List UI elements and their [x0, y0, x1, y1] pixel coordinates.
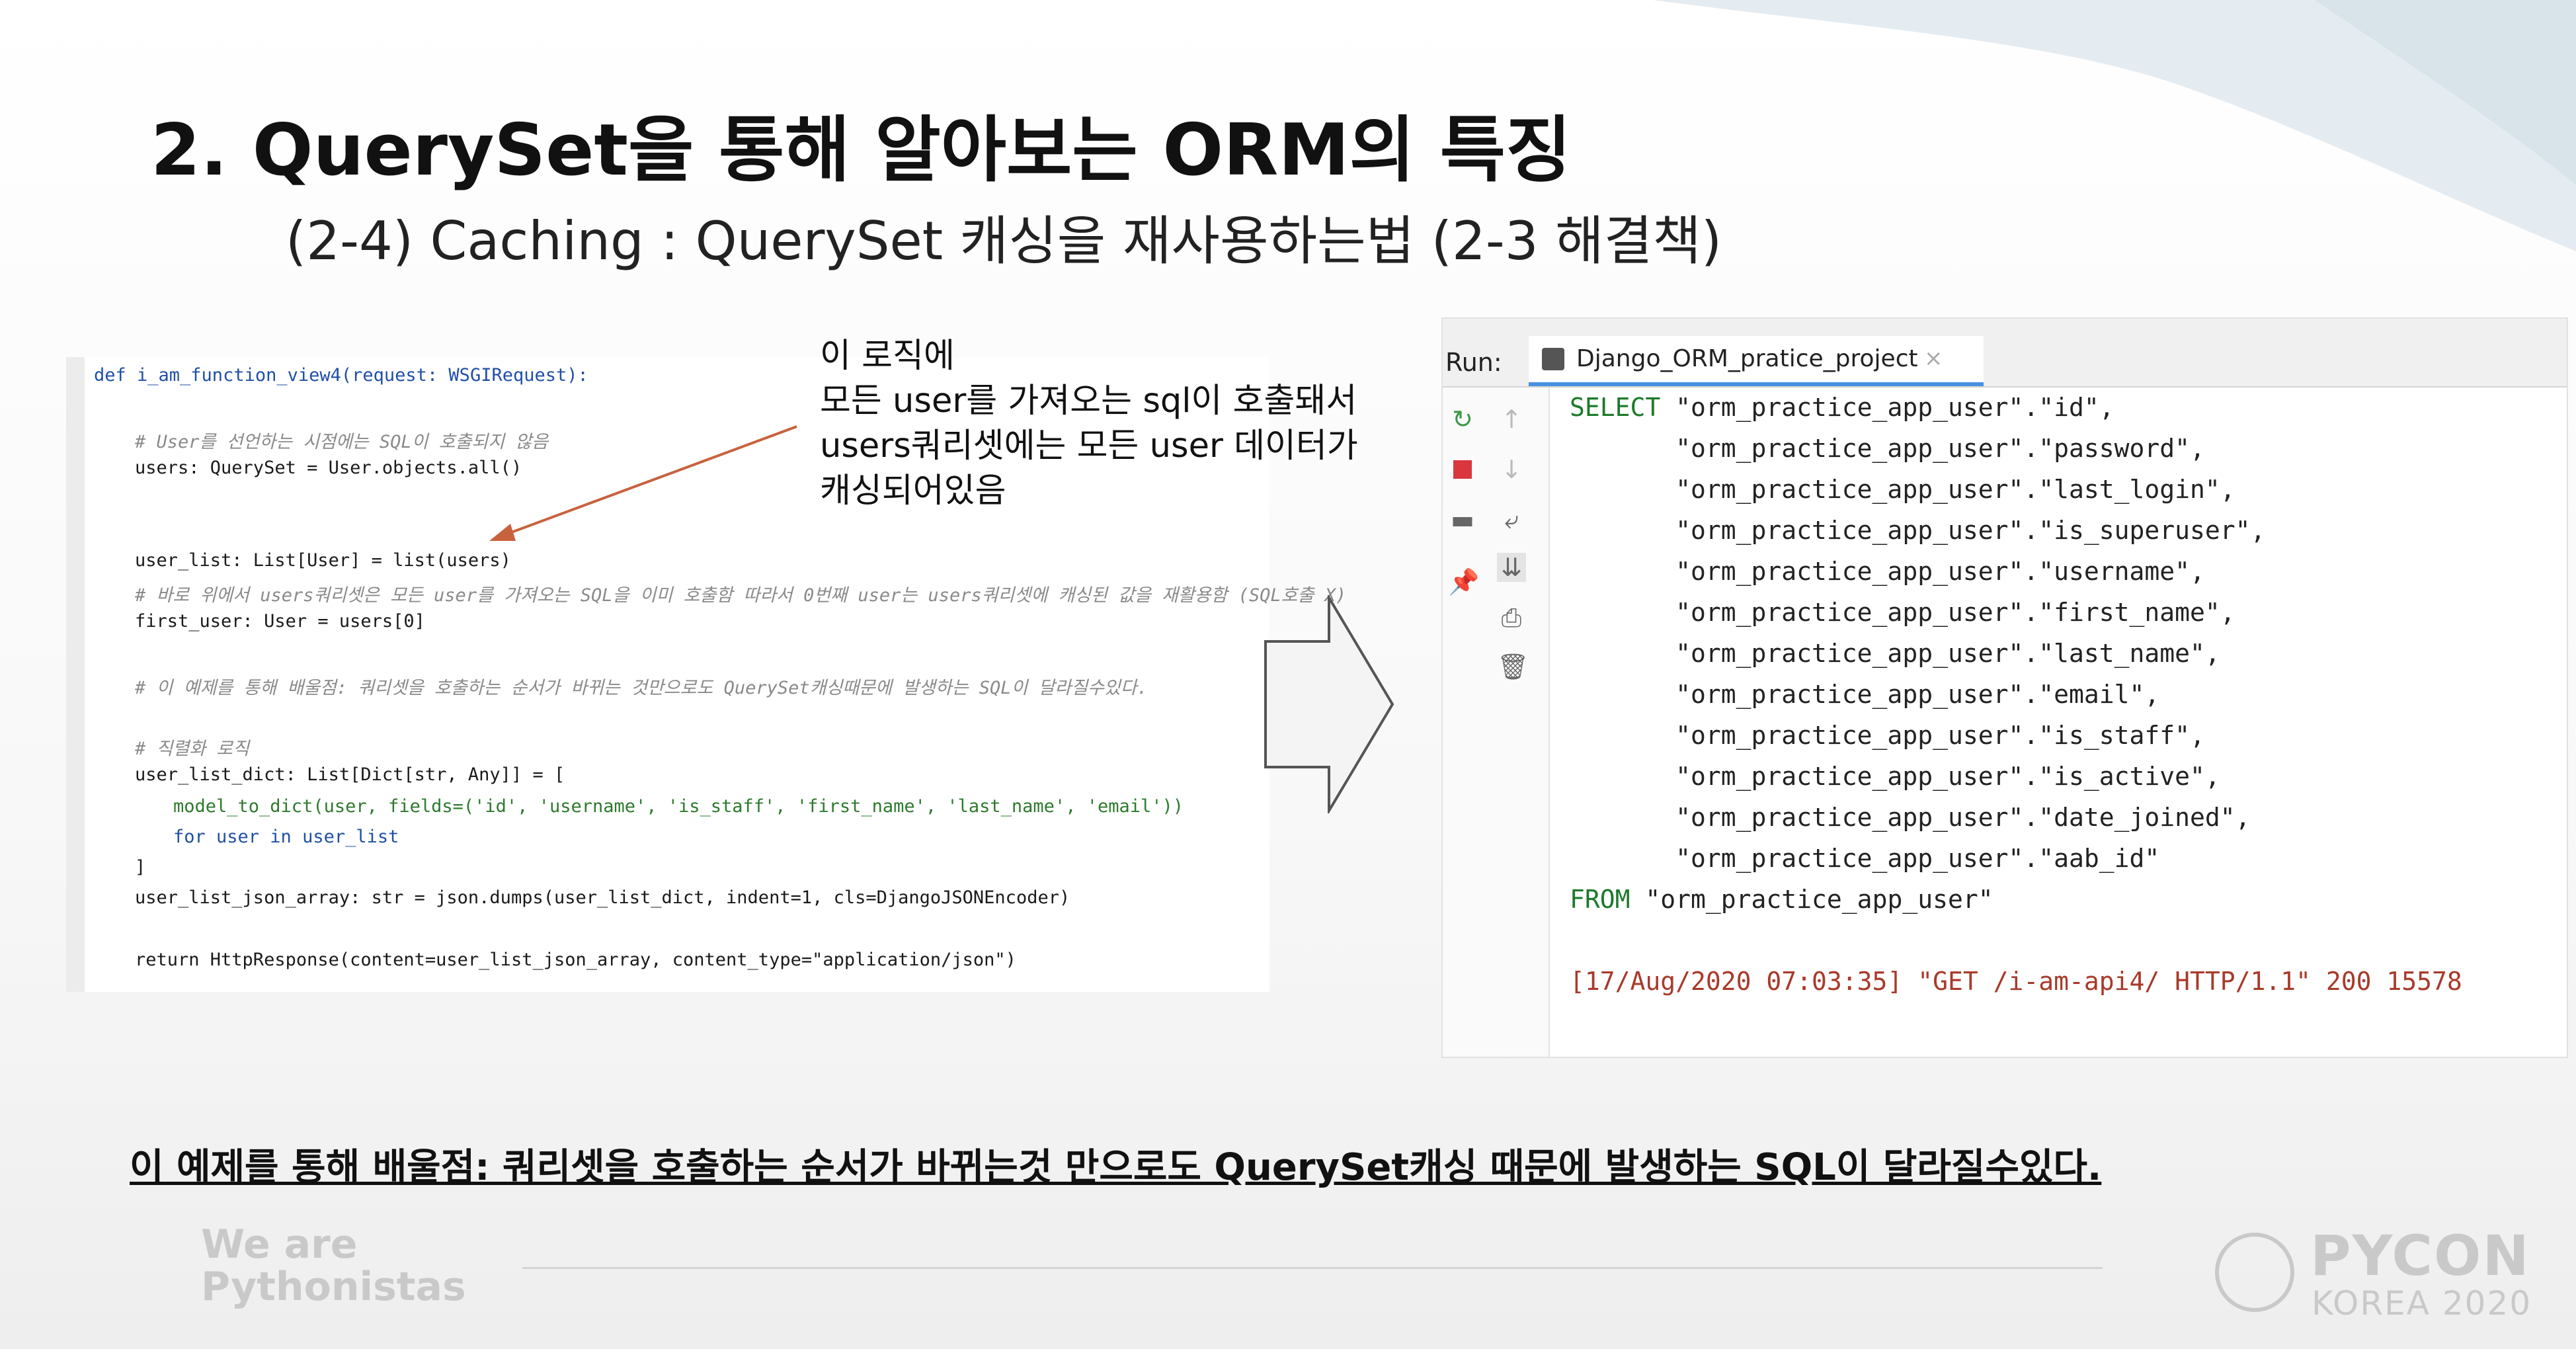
run-console-panel: Run: Django_ORM_pratice_project × ↻ ▬ 📌 …	[1441, 317, 2568, 1058]
sql-line-from: FROM "orm_practice_app_user"	[1570, 885, 1993, 914]
print-icon[interactable]: ⎙	[1497, 603, 1526, 632]
sql-line: "orm_practice_app_user"."date_joined",	[1570, 803, 2251, 832]
code-line-comment-4: # 직렬화 로직	[135, 739, 249, 759]
slide-title: 2. QuerySet을 통해 알아보는 ORM의 특징	[151, 109, 1572, 192]
footer-tagline: We are Pythonistas	[201, 1223, 466, 1308]
sql-keyword: SELECT	[1570, 393, 1661, 422]
code-line-def: def i_am_function_view4(request: WSGIReq…	[94, 365, 588, 386]
code-line-for: for user in user_list	[173, 827, 399, 847]
python-logo-icon	[2215, 1233, 2294, 1312]
sql-line-select: SELECT "orm_practice_app_user"."id",	[1570, 393, 2114, 422]
logo-text-korea: KOREA 2020	[2312, 1284, 2532, 1323]
big-right-arrow-icon	[1264, 595, 1394, 813]
code-line-return: return HttpResponse(content=user_list_js…	[135, 950, 1016, 970]
annotation-note: 이 로직에 모든 user를 가져오는 sql이 호출돼서 users쿼리셋에는…	[820, 334, 1358, 514]
footer-tagline-line-2: Pythonistas	[201, 1264, 466, 1310]
server-log-line: [17/Aug/2020 07:03:35] "GET /i-am-api4/ …	[1570, 967, 2462, 996]
sql-line: "orm_practice_app_user"."last_login",	[1570, 475, 2235, 504]
code-line-model-to-dict: model_to_dict(user, fields=('id', 'usern…	[173, 796, 1184, 817]
layout-icon[interactable]: ▬	[1448, 505, 1477, 534]
sql-line: "orm_practice_app_user"."username",	[1570, 557, 2205, 586]
logo-text-pycon: PYCON	[2310, 1223, 2530, 1288]
note-line: users쿼리셋에는 모든 user 데이터가	[820, 427, 1358, 466]
run-label: Run:	[1445, 348, 1502, 377]
note-line: 캐싱되어있음	[820, 471, 1006, 511]
trash-icon[interactable]: 🗑	[1497, 652, 1529, 681]
footer-divider	[522, 1267, 2103, 1269]
arrow-up-icon[interactable]: ↑	[1497, 405, 1526, 434]
sql-line: "orm_practice_app_user"."password",	[1570, 434, 2205, 463]
sql-keyword: FROM	[1570, 885, 1630, 914]
code-line-users: users: QuerySet = User.objects.all()	[135, 458, 522, 478]
note-line: 모든 user를 가져오는 sql이 호출돼서	[820, 382, 1357, 421]
sql-line: "orm_practice_app_user"."last_name",	[1570, 639, 2220, 668]
note-line: 이 로직에	[820, 337, 955, 376]
code-line-comment-3: # 이 예제를 통해 배울점: 쿼리셋을 호출하는 순서가 바뀌는 것만으로도 …	[135, 678, 1148, 698]
code-line-json: user_list_json_array: str = json.dumps(u…	[135, 887, 1070, 908]
bottom-takeaway-note: 이 예제를 통해 배울점: 쿼리셋을 호출하는 순서가 바뀌는것 만으로도 Qu…	[130, 1146, 2102, 1189]
run-header: Run: Django_ORM_pratice_project ×	[1443, 319, 2567, 388]
code-line-comment-2: # 바로 위에서 users쿼리셋은 모든 user를 가져오는 SQL을 이미…	[135, 585, 1347, 606]
scroll-to-end-icon[interactable]: ⇊	[1497, 553, 1526, 582]
sql-line: "orm_practice_app_user"."first_name",	[1570, 598, 2235, 627]
sql-line: "orm_practice_app_user"."is_active",	[1570, 762, 2220, 791]
run-tab-label: Django_ORM_pratice_project	[1576, 345, 1918, 372]
stop-icon[interactable]	[1448, 455, 1477, 484]
code-line-bracket: ]	[135, 857, 146, 878]
pycon-logo: PYCON KOREA 2020	[2215, 1223, 2546, 1323]
django-icon	[1542, 348, 1564, 370]
code-line-dict: user_list_dict: List[Dict[str, Any]] = [	[135, 764, 565, 785]
slide-subtitle: (2-4) Caching : QuerySet 캐싱을 재사용하는법 (2-3…	[286, 210, 1722, 272]
footer-tagline-line-1: We are	[201, 1221, 358, 1268]
soft-wrap-icon[interactable]: ⤶	[1497, 505, 1526, 534]
sql-line: "orm_practice_app_user"."is_staff",	[1570, 721, 2205, 750]
close-icon[interactable]: ×	[1924, 345, 1943, 372]
run-toolbar: ↻ ▬ 📌 ↑ ↓ ⤶ ⇊ ⎙ 🗑	[1443, 388, 1550, 1057]
arrow-down-icon[interactable]: ↓	[1497, 455, 1526, 484]
rerun-icon[interactable]: ↻	[1448, 405, 1477, 434]
code-line-comment-1: # User를 선언하는 시점에는 SQL이 호출되지 않음	[135, 432, 549, 452]
sql-line: "orm_practice_app_user"."is_superuser",	[1570, 516, 2266, 545]
sql-line: "orm_practice_app_user"."aab_id"	[1570, 844, 2160, 873]
code-gutter	[66, 357, 85, 992]
sql-line: "orm_practice_app_user"."email",	[1570, 680, 2160, 709]
pin-icon[interactable]: 📌	[1448, 567, 1479, 596]
code-line-user-list: user_list: List[User] = list(users)	[135, 550, 511, 571]
run-tab-django-project[interactable]: Django_ORM_pratice_project ×	[1529, 336, 1984, 386]
code-line-first-user: first_user: User = users[0]	[135, 611, 425, 632]
